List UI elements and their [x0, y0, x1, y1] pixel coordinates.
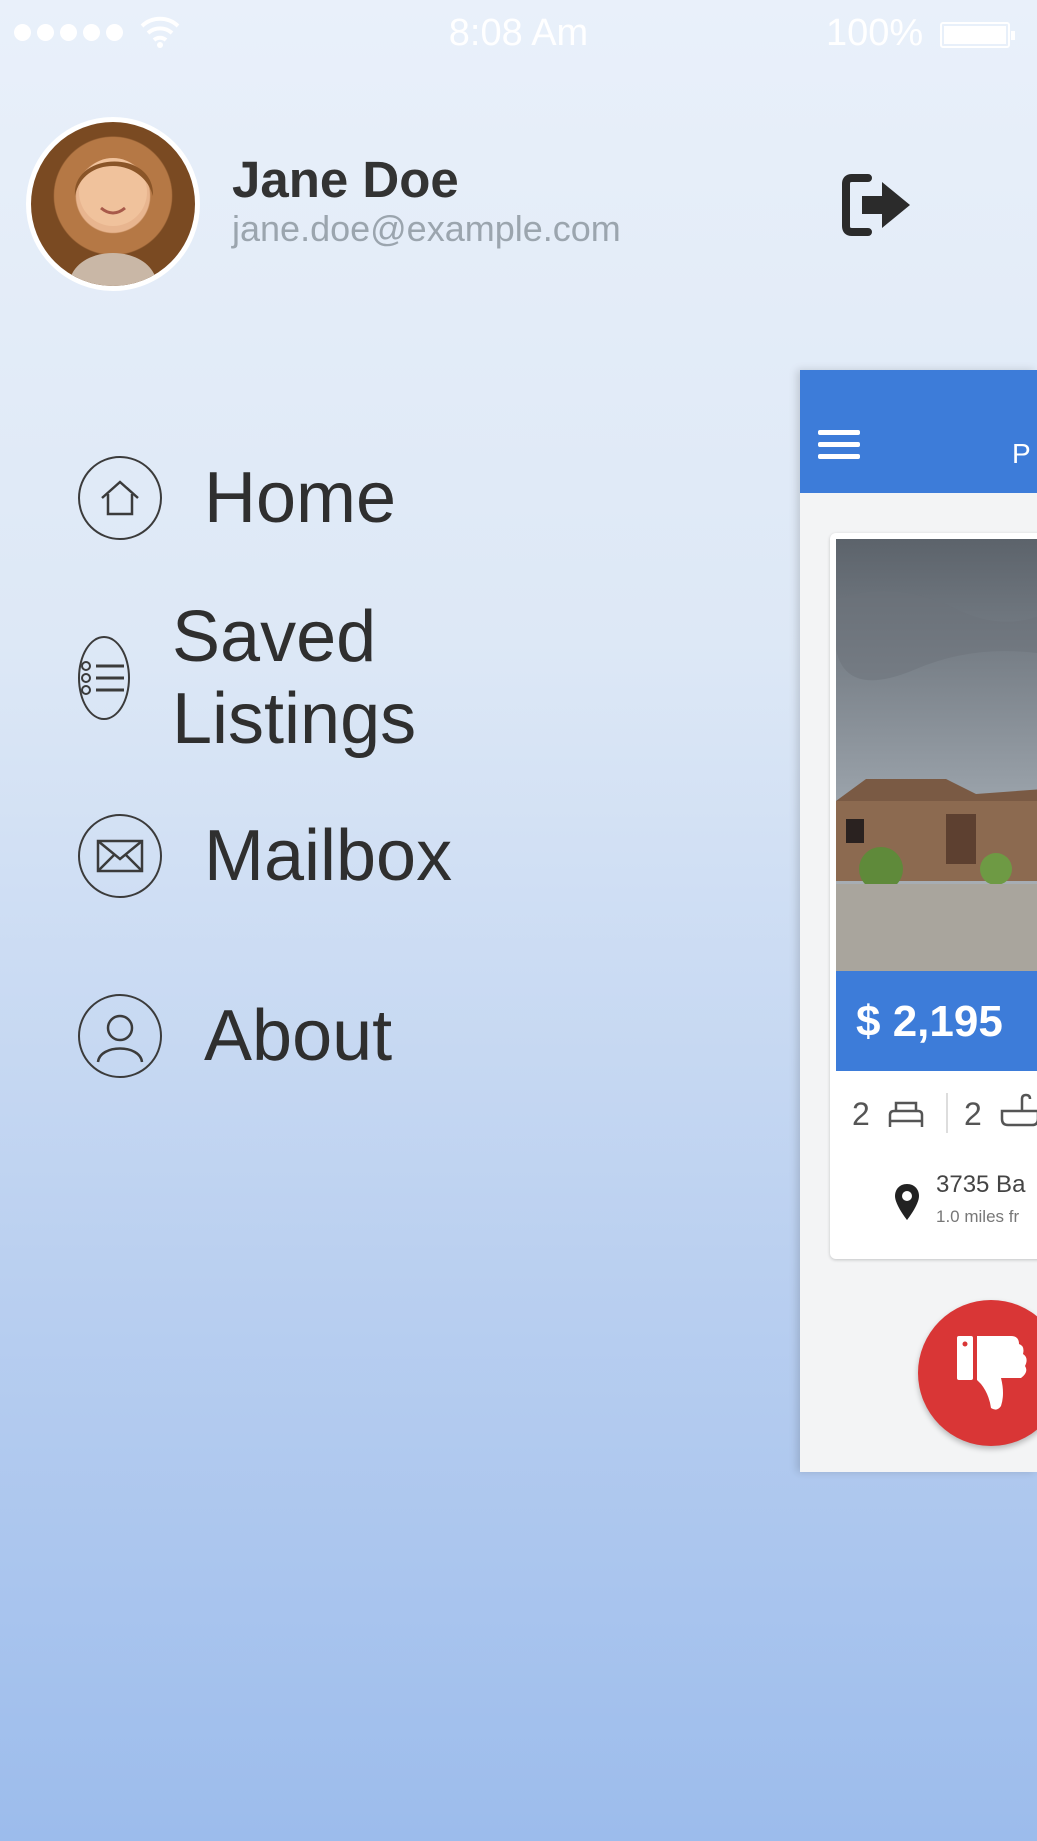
main-app-panel[interactable]: P $ 2,195 2 2 3735 Ba 1.0 miles fr	[800, 370, 1037, 1472]
listing-photo	[836, 539, 1037, 971]
app-header: P	[800, 370, 1037, 493]
bed-icon	[888, 1101, 924, 1127]
user-name: Jane Doe	[232, 151, 459, 208]
menu-item-label: Mailbox	[204, 816, 453, 896]
thumbs-down-icon	[957, 1336, 1027, 1410]
listing-price: $ 2,195	[856, 997, 1003, 1046]
listing-distance: 1.0 miles fr	[936, 1207, 1020, 1226]
app-header-title: P	[1012, 438, 1031, 469]
battery-icon	[940, 22, 1015, 48]
listing-address: 3735 Ba	[936, 1171, 1026, 1198]
list-icon	[78, 636, 130, 720]
menu-item-label: About	[204, 996, 393, 1076]
hamburger-menu-icon[interactable]	[818, 430, 860, 466]
bath-count: 2	[964, 1096, 982, 1132]
mail-icon	[78, 814, 162, 898]
menu-item-label: Home	[204, 458, 397, 538]
menu-item-mailbox[interactable]: Mailbox	[78, 810, 452, 902]
user-icon	[78, 994, 162, 1078]
price-bar: $ 2,195	[836, 971, 1037, 1071]
dislike-button[interactable]	[918, 1300, 1037, 1446]
menu-item-label: Saved Listings	[172, 597, 417, 759]
location-pin-icon	[895, 1184, 919, 1220]
user-email: jane.doe@example.com	[232, 208, 621, 249]
menu-item-about[interactable]: About	[78, 990, 392, 1082]
listing-card[interactable]: $ 2,195 2 2 3735 Ba 1.0 miles fr	[830, 533, 1037, 1259]
avatar[interactable]	[26, 117, 200, 291]
home-icon	[78, 456, 162, 540]
menu-item-home[interactable]: Home	[78, 452, 396, 544]
bath-icon	[1000, 1093, 1037, 1127]
menu-item-saved-listings[interactable]: Saved Listings	[78, 597, 448, 759]
status-bar: 8:08 Am 100%	[0, 0, 1037, 66]
logout-icon[interactable]	[838, 170, 918, 240]
bed-count: 2	[852, 1096, 870, 1132]
battery-percent: 100%	[826, 12, 924, 54]
divider	[946, 1093, 948, 1133]
